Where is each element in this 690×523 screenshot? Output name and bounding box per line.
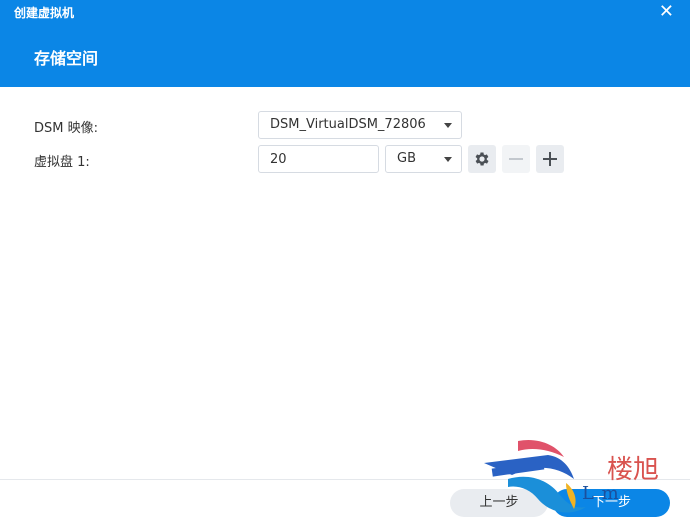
virtual-disk-label: 虚拟盘 1: (34, 155, 90, 170)
disk-settings-button[interactable] (468, 145, 496, 173)
chevron-down-icon (444, 157, 452, 162)
gear-icon (475, 152, 489, 166)
add-disk-button[interactable] (536, 145, 564, 173)
remove-disk-button[interactable] (502, 145, 530, 173)
close-icon: ✕ (658, 1, 674, 22)
chevron-down-icon (444, 123, 452, 128)
watermark-text: 楼旭 (607, 455, 660, 485)
dsm-image-label: DSM 映像: (34, 121, 98, 136)
dsm-image-select[interactable]: DSM_VirtualDSM_72806 (258, 111, 462, 139)
close-button[interactable]: ✕ (659, 1, 674, 23)
window-title: 创建虚拟机 (14, 6, 75, 20)
watermark-logo-icon (484, 439, 586, 513)
dsm-image-value: DSM_VirtualDSM_72806 (270, 117, 426, 132)
minus-icon (509, 158, 523, 160)
watermark-subtext: L m (582, 483, 620, 504)
disk-size-input[interactable] (258, 145, 379, 173)
plus-icon (543, 152, 557, 166)
dialog-header: 创建虚拟机 ✕ 存储空间 (0, 0, 690, 87)
page-title: 存储空间 (34, 49, 99, 68)
disk-unit-select[interactable]: GB (385, 145, 462, 173)
disk-unit-value: GB (397, 151, 416, 166)
